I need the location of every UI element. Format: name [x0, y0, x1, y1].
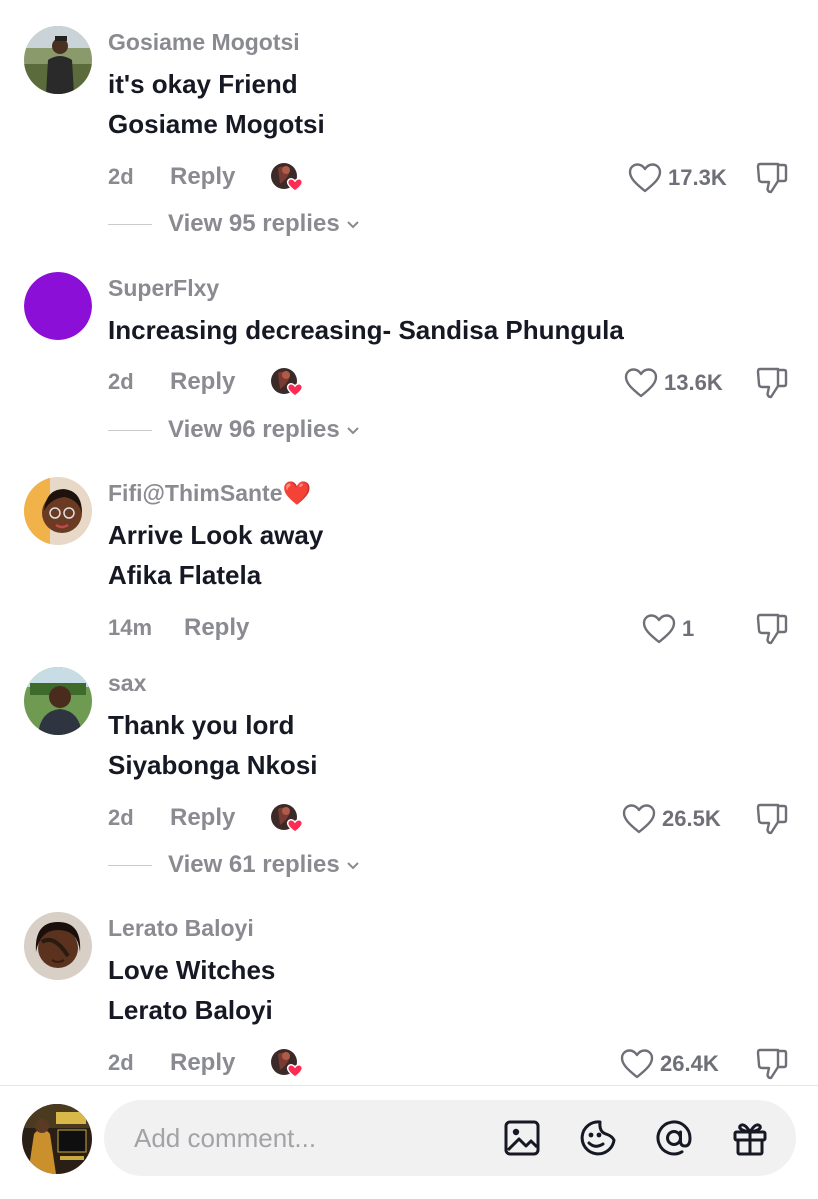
creator-liked-badge	[268, 801, 308, 837]
like-count: 26.5K	[662, 806, 721, 831]
comment-text: it's okay Friend	[108, 69, 298, 99]
heart-outline-icon	[622, 804, 656, 834]
thumbs-down-icon	[756, 613, 788, 645]
chevron-down-icon	[346, 862, 359, 870]
comment-text: Increasing decreasing- Sandisa Phungula	[108, 315, 624, 345]
mention-icon[interactable]	[654, 1118, 694, 1158]
like-count: 17.3K	[668, 165, 727, 190]
comment-text: Lerato Baloyi	[108, 995, 273, 1025]
thumbs-down-icon	[756, 162, 788, 194]
comment-text: Love Witches	[108, 955, 276, 985]
comment-time: 2d	[108, 1050, 134, 1075]
view-replies-label: View 61 replies	[168, 851, 340, 878]
comment-username[interactable]: Gosiame Mogotsi	[108, 28, 300, 56]
heart-outline-icon	[642, 614, 676, 644]
view-replies-button[interactable]: View 96 replies	[108, 415, 362, 445]
sticker-icon[interactable]	[578, 1118, 618, 1158]
comment-time: 2d	[108, 164, 134, 189]
dislike-button[interactable]	[754, 365, 790, 401]
view-replies-button[interactable]: View 95 replies	[108, 209, 362, 239]
comment-username[interactable]: Fifi@ThimSante❤️	[108, 479, 311, 507]
comment-composer-bar	[0, 1086, 818, 1199]
gift-icon[interactable]	[730, 1118, 770, 1158]
comment-username[interactable]: Lerato Baloyi	[108, 914, 254, 942]
view-replies-label: View 96 replies	[168, 416, 340, 443]
avatar[interactable]	[24, 912, 92, 980]
creator-liked-badge	[268, 365, 308, 401]
creator-liked-badge	[268, 160, 308, 196]
reply-button[interactable]: Reply	[170, 1049, 235, 1077]
dislike-button[interactable]	[754, 1046, 790, 1082]
my-avatar[interactable]	[22, 1104, 92, 1174]
reply-button[interactable]: Reply	[184, 614, 249, 642]
comment-input[interactable]	[134, 1100, 474, 1176]
chevron-down-icon	[346, 221, 359, 229]
like-count: 1	[682, 616, 695, 641]
comment-text: Thank you lord	[108, 710, 295, 740]
like-button[interactable]: 26.5K	[622, 801, 721, 837]
comment-text: Arrive Look away	[108, 520, 324, 550]
heart-outline-icon	[628, 163, 662, 193]
thumbs-down-icon	[756, 367, 788, 399]
comment-time: 2d	[108, 369, 134, 394]
dislike-button[interactable]	[754, 611, 790, 647]
comment-time: 14m	[108, 615, 153, 640]
like-count: 13.6K	[664, 370, 723, 395]
reply-button[interactable]: Reply	[170, 368, 235, 396]
heart-outline-icon	[624, 368, 658, 398]
view-replies-button[interactable]: View 61 replies	[108, 850, 362, 880]
avatar[interactable]	[24, 26, 92, 94]
like-button[interactable]: 13.6K	[624, 365, 723, 401]
dislike-button[interactable]	[754, 801, 790, 837]
avatar[interactable]	[24, 272, 92, 340]
like-button[interactable]: 26.4K	[620, 1046, 719, 1082]
thumbs-down-icon	[756, 1048, 788, 1080]
comment-time: 2d	[108, 805, 134, 830]
view-replies-divider	[108, 223, 152, 225]
creator-liked-badge	[268, 1046, 308, 1082]
view-replies-divider	[108, 864, 152, 866]
comment-text: Siyabonga Nkosi	[108, 750, 318, 780]
like-button[interactable]: 1	[642, 611, 694, 647]
comment-text: Afika Flatela	[108, 560, 262, 590]
chevron-down-icon	[346, 427, 359, 435]
reply-button[interactable]: Reply	[170, 804, 235, 832]
heart-outline-icon	[620, 1049, 654, 1079]
avatar[interactable]	[24, 667, 92, 735]
avatar[interactable]	[24, 477, 92, 545]
comment-username[interactable]: SuperFlxy	[108, 274, 219, 302]
view-replies-label: View 95 replies	[168, 210, 340, 237]
comment-username[interactable]: sax	[108, 669, 146, 697]
comment-text: Gosiame Mogotsi	[108, 109, 325, 139]
image-icon[interactable]	[502, 1118, 542, 1158]
dislike-button[interactable]	[754, 160, 790, 196]
thumbs-down-icon	[756, 803, 788, 835]
view-replies-divider	[108, 429, 152, 431]
comment-list: Gosiame Mogotsi it's okay Friend Gosiame…	[0, 0, 818, 1085]
like-count: 26.4K	[660, 1051, 719, 1076]
like-button[interactable]: 17.3K	[628, 160, 727, 196]
reply-button[interactable]: Reply	[170, 163, 235, 191]
comment-input-container[interactable]	[104, 1100, 796, 1176]
